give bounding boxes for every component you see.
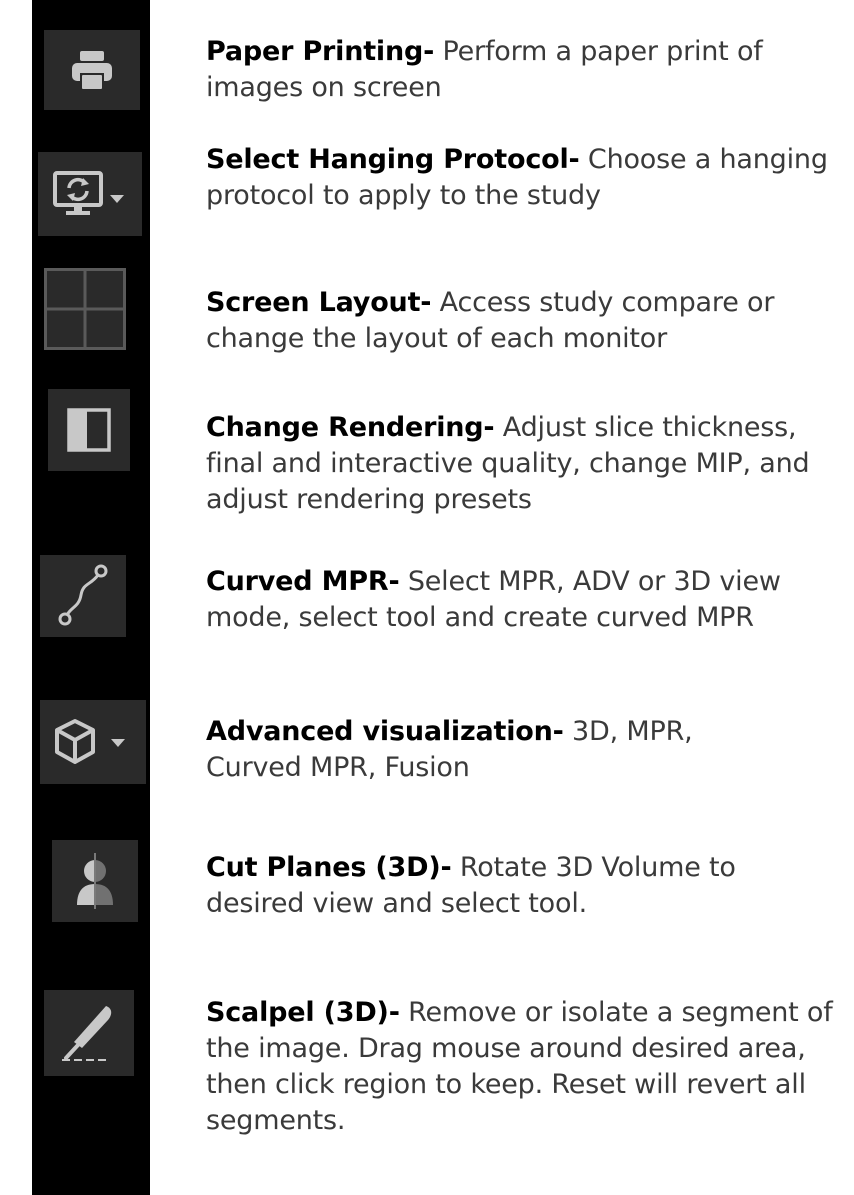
- change-rendering-icon: [67, 408, 111, 452]
- screen-layout-title: Screen Layout-: [206, 287, 432, 318]
- hanging-protocol-button[interactable]: [38, 152, 142, 236]
- cut-planes-button[interactable]: [52, 840, 138, 922]
- curved-mpr-title: Curved MPR-: [206, 566, 400, 597]
- cube-icon: [55, 719, 125, 764]
- paper-printing-title: Paper Printing-: [206, 36, 435, 67]
- curved-mpr-description: Curved MPR- Select MPR, ADV or 3D view m…: [206, 564, 842, 636]
- curved-mpr-icon: [58, 564, 108, 626]
- screen-layout-description: Screen Layout- Access study compare or c…: [206, 285, 842, 357]
- cut-planes-icon: [77, 853, 117, 909]
- curved-mpr-button[interactable]: [40, 555, 126, 637]
- scalpel-title: Scalpel (3D)-: [206, 997, 400, 1028]
- hanging-protocol-icon: [53, 171, 124, 215]
- hanging-protocol-title: Select Hanging Protocol-: [206, 144, 580, 175]
- hanging-protocol-description: Select Hanging Protocol- Choose a hangin…: [206, 142, 842, 214]
- advanced-visualization-description: Advanced visualization- 3D, MPR, Curved …: [206, 714, 754, 786]
- scalpel-button[interactable]: [44, 990, 134, 1076]
- change-rendering-title: Change Rendering-: [206, 412, 495, 443]
- advanced-visualization-title: Advanced visualization-: [206, 716, 564, 747]
- screen-layout-grid-icon: [44, 268, 126, 350]
- paper-printing-description: Paper Printing- Perform a paper print of…: [206, 34, 842, 106]
- change-rendering-button[interactable]: [48, 389, 130, 471]
- screen-layout-button[interactable]: [44, 268, 126, 350]
- printer-icon: [72, 51, 112, 89]
- scalpel-icon: [62, 1006, 112, 1061]
- scalpel-description: Scalpel (3D)- Remove or isolate a segmen…: [206, 995, 842, 1139]
- change-rendering-description: Change Rendering- Adjust slice thickness…: [206, 410, 842, 518]
- paper-print-button[interactable]: [44, 30, 140, 110]
- advanced-visualization-button[interactable]: [40, 700, 146, 784]
- cut-planes-description: Cut Planes (3D)- Rotate 3D Volume to des…: [206, 850, 842, 922]
- cut-planes-title: Cut Planes (3D)-: [206, 852, 452, 883]
